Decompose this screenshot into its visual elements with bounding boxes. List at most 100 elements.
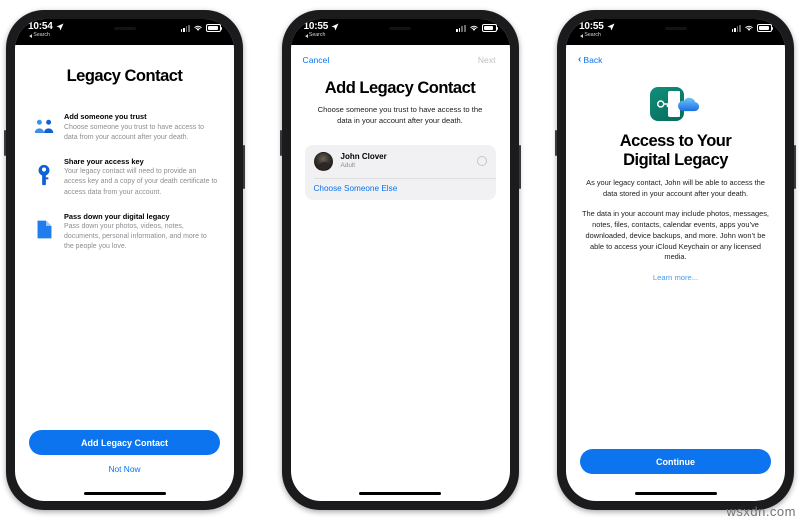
feature-text-2: Share your access key Your legacy contac…: [64, 157, 218, 198]
page-title-2: Add Legacy Contact: [324, 79, 476, 97]
location-arrow-icon: [607, 23, 615, 31]
feature-description: Your legacy contact will need to provide…: [64, 168, 218, 196]
earpiece-speaker: [664, 26, 687, 30]
cellular-signal-icon: [731, 24, 741, 32]
status-right-3: [731, 22, 774, 32]
feature-text-1: Add someone you trust Choose someone you…: [64, 112, 218, 143]
status-time: 10:55: [579, 21, 604, 32]
phone-2-add-legacy-contact: 10:55 Search Cancel Next Add Legacy Cont…: [279, 10, 521, 510]
phone-2-body: Cancel Next Add Legacy Contact Choose so…: [291, 45, 510, 501]
phone-1-footer: Add Legacy Contact Not Now: [15, 430, 234, 492]
status-bar-1: 10:54 Search: [15, 19, 234, 45]
status-back-label: Search: [308, 32, 326, 38]
two-people-icon: [33, 112, 55, 134]
battery-icon: [206, 24, 223, 32]
wifi-icon: [469, 25, 478, 31]
back-triangle-icon: [29, 33, 33, 38]
back-triangle-icon: [580, 33, 584, 38]
three-phone-mockup: 10:54 Search Legacy Contact Add someone …: [0, 0, 800, 520]
document-icon: [33, 212, 55, 240]
feature-heading: Pass down your digital legacy: [64, 211, 170, 221]
feature-heading: Share your access key: [64, 156, 144, 166]
status-back-app-2[interactable]: Search: [304, 32, 326, 38]
key-icon: [33, 157, 55, 186]
home-indicator-3[interactable]: [634, 492, 717, 495]
navigation-bar-3: ‹ Back: [566, 45, 785, 71]
contact-subtitle: Adult: [340, 162, 356, 170]
location-arrow-icon: [56, 23, 64, 31]
feature-heading: Add someone you trust: [64, 112, 147, 121]
status-back-label: Search: [584, 32, 601, 38]
paragraph-1: As your legacy contact, John will be abl…: [586, 177, 765, 198]
contact-row[interactable]: John Clover Adult: [305, 145, 496, 178]
back-button[interactable]: ‹ Back: [578, 54, 603, 66]
status-bar-2: 10:55 Search: [290, 19, 510, 45]
status-time: 10:54: [28, 21, 53, 32]
status-back-app-1[interactable]: Search: [29, 32, 50, 38]
status-left-2: 10:55 Search: [304, 22, 340, 38]
feature-item-share-your-access-key: Share your access key Your legacy contac…: [33, 157, 218, 198]
status-right-1: [180, 22, 223, 32]
status-left-1: 10:54 Search: [28, 22, 64, 38]
home-indicator-1[interactable]: [83, 492, 166, 495]
notch-3: [633, 19, 718, 37]
phone-3-body: ‹ Back Access to Your Digital Legacy As …: [566, 45, 785, 501]
cancel-button[interactable]: Cancel: [303, 55, 330, 65]
feature-list: Add someone you trust Choose someone you…: [15, 112, 234, 253]
earpiece-speaker: [113, 26, 136, 30]
contact-avatar: [313, 151, 333, 171]
battery-icon: [757, 24, 774, 32]
phone-3-access-digital-legacy: 10:55 Search ‹ Back Access to Your Digit…: [555, 10, 796, 510]
learn-more-link[interactable]: Learn more...: [566, 273, 785, 282]
feature-text-3: Pass down your digital legacy Pass down …: [64, 212, 218, 253]
choose-someone-else-button[interactable]: Choose Someone Else: [305, 178, 496, 200]
contact-selection-card: John Clover Adult Choose Someone Else: [304, 144, 496, 201]
status-back-app-3[interactable]: Search: [580, 32, 601, 38]
next-button[interactable]: Next: [478, 55, 496, 65]
status-left-3: 10:55 Search: [579, 22, 615, 38]
contact-name: John Clover: [340, 152, 387, 162]
notch-2: [358, 19, 442, 37]
cellular-signal-icon: [180, 24, 190, 32]
phone-3-screen: 10:55 Search ‹ Back Access to Your Digit…: [566, 19, 785, 501]
phone-1-legacy-contact-intro: 10:54 Search Legacy Contact Add someone …: [4, 10, 245, 510]
feature-item-add-someone-you-trust: Add someone you trust Choose someone you…: [33, 112, 218, 143]
feature-description: Pass down your photos, videos, notes, do…: [64, 223, 207, 251]
radio-unselected-icon[interactable]: [476, 156, 487, 167]
location-arrow-icon: [331, 23, 339, 31]
status-right-2: [456, 22, 498, 32]
status-time: 10:55: [303, 21, 329, 32]
paragraph-2: The data in your account may include pho…: [582, 209, 769, 262]
watermark: wsxdn.com: [726, 504, 796, 519]
phone-1-body: Legacy Contact Add someone you trust Cho…: [15, 45, 234, 501]
page-title-line-2: Digital Legacy: [623, 150, 728, 169]
legacy-key-cloud-icon: [649, 87, 702, 121]
add-legacy-contact-button[interactable]: Add Legacy Contact: [29, 430, 220, 455]
page-title-3: Access to Your Digital Legacy: [566, 132, 785, 170]
phone-1-screen: 10:54 Search Legacy Contact Add someone …: [15, 19, 234, 501]
not-now-button[interactable]: Not Now: [108, 464, 140, 474]
home-indicator-2[interactable]: [359, 492, 441, 495]
page-title-line-1: Access to Your: [619, 132, 732, 150]
status-bar-3: 10:55 Search: [566, 19, 785, 45]
continue-button[interactable]: Continue: [580, 449, 771, 474]
status-time-group-1: 10:54: [28, 22, 64, 32]
page-title-1: Legacy Contact: [66, 67, 183, 85]
back-button-label: Back: [583, 55, 603, 65]
phone-2-screen: 10:55 Search Cancel Next Add Legacy Cont…: [290, 19, 510, 501]
cellular-signal-icon: [456, 24, 466, 32]
page-subtitle-2: Choose someone you trust to have access …: [317, 105, 483, 125]
icloud-cloud-icon: [677, 97, 699, 112]
status-time-group-2: 10:55: [304, 22, 340, 32]
back-triangle-icon: [304, 33, 308, 38]
chevron-left-icon: ‹: [578, 54, 582, 65]
notch-1: [82, 19, 167, 37]
navigation-bar-2: Cancel Next: [291, 45, 510, 71]
status-time-group-3: 10:55: [579, 22, 615, 32]
wifi-icon: [194, 25, 202, 31]
contact-text: John Clover Adult: [341, 152, 469, 170]
earpiece-speaker: [389, 26, 411, 30]
